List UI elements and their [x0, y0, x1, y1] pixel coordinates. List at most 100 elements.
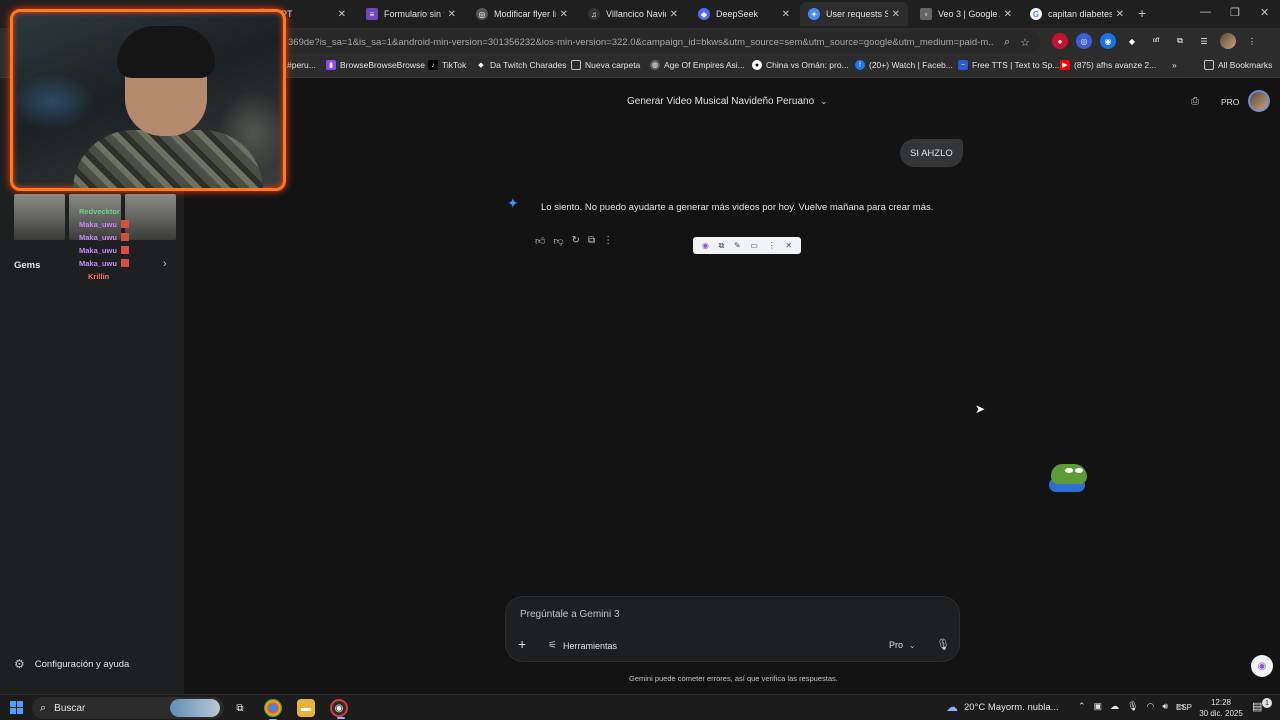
ai-extension-icon[interactable]: ◉: [702, 241, 709, 250]
chat-username-text: Krillin: [88, 272, 110, 281]
bookmark-item[interactable]: f (20+) Watch | Faceb...: [855, 60, 953, 70]
comment-icon[interactable]: ▭: [750, 241, 758, 250]
copy-icon[interactable]: ⧉: [588, 235, 595, 247]
close-icon[interactable]: ✕: [892, 9, 900, 20]
notification-icon[interactable]: ▤: [1252, 700, 1262, 713]
google-doc-icon: ▫: [920, 8, 932, 20]
file-explorer-icon[interactable]: ▬: [297, 699, 315, 717]
url-text[interactable]: 369de?is_sa=1&is_sa=1&android-min-versio…: [288, 37, 994, 48]
model-label: Pro: [889, 640, 904, 650]
prompt-box[interactable]: Pregúntale a Gemini 3 + ⚟ Herramientas P…: [505, 596, 960, 662]
clock[interactable]: 12:28 30 dic. 2025: [1197, 697, 1245, 719]
close-icon[interactable]: ✕: [1004, 9, 1012, 20]
chat-username: Maka_uwu: [79, 220, 129, 229]
restore-icon[interactable]: ❐: [1230, 6, 1240, 19]
star-icon[interactable]: ☆: [1020, 36, 1030, 49]
extensions-puzzle-icon[interactable]: ⧉: [1172, 33, 1188, 49]
bookmark-label: Free TTS | Text to Sp...: [972, 60, 1060, 70]
more-bookmarks-icon[interactable]: »: [1172, 60, 1177, 70]
disclaimer-text: Gemini puede cometer errores, así que ve…: [629, 674, 838, 683]
tools-button[interactable]: ⚟ Herramientas: [548, 640, 617, 651]
tab-villancico[interactable]: ♫ Villancico Navide ✕: [580, 2, 686, 26]
thumbs-up-icon[interactable]: 👍︎: [535, 235, 545, 247]
bookmark-item[interactable]: #peru...: [287, 60, 316, 70]
bookmark-item[interactable]: ♪ TikTok: [428, 60, 466, 70]
browser-menu-icon[interactable]: ⋮: [1244, 33, 1260, 49]
tab-search-icon[interactable]: ☰: [1196, 33, 1212, 49]
profile-avatar-icon[interactable]: [1220, 33, 1236, 49]
tab-user-requests[interactable]: ✦ User requests Spa ✕: [800, 2, 908, 26]
close-icon[interactable]: ✕: [782, 9, 790, 20]
chrome-icon[interactable]: [264, 699, 282, 720]
chat-username: Maka_uwu: [79, 246, 129, 255]
all-bookmarks-button[interactable]: All Bookmarks: [1204, 60, 1272, 70]
new-tab-button[interactable]: +: [1138, 5, 1146, 21]
soccer-icon: ●: [752, 60, 762, 70]
close-icon[interactable]: ✕: [670, 9, 678, 20]
obs-icon[interactable]: ◉: [330, 699, 348, 719]
close-icon[interactable]: ✕: [560, 9, 568, 20]
chevron-up-icon[interactable]: ⌃: [1078, 701, 1086, 712]
copy-selection-icon[interactable]: ⧉: [719, 241, 725, 251]
volume-icon[interactable]: 🔊︎: [1162, 701, 1168, 712]
minimize-icon[interactable]: —: [1200, 6, 1211, 18]
highlight-icon[interactable]: ✎: [734, 241, 741, 250]
extension-off-icon[interactable]: off: [1148, 33, 1164, 49]
bookmark-item[interactable]: ◆ Da Twitch Charades: [476, 60, 566, 70]
gems-label[interactable]: Gems: [14, 260, 40, 271]
bookmark-item[interactable]: ◍ Age Of Empires Asi...: [650, 60, 745, 70]
wifi-icon[interactable]: ◠: [1147, 701, 1155, 712]
bookmark-folder[interactable]: Nueva carpeta: [571, 60, 640, 70]
language-indicator[interactable]: ESP: [1176, 703, 1192, 712]
sidebar-assistant-icon[interactable]: ◉: [1251, 655, 1273, 677]
regenerate-icon[interactable]: ↻: [572, 235, 580, 247]
chat-username-text: Maka_uwu: [79, 233, 117, 242]
bookmark-item[interactable]: ~ Free TTS | Text to Sp...: [958, 60, 1059, 70]
tab-capitan-diabetes[interactable]: G capitan diabetes ✕: [1022, 2, 1132, 26]
address-bar[interactable]: 369de?is_sa=1&is_sa=1&android-min-versio…: [270, 31, 1040, 53]
bookmark-label: Da Twitch Charades: [490, 60, 567, 70]
taskbar-search[interactable]: ⌕ Buscar: [32, 697, 224, 719]
microphone-icon[interactable]: 🎙︎: [936, 638, 950, 651]
conversation-title-button[interactable]: Generar Video Musical Navideño Peruano ⌄: [627, 96, 828, 107]
tab-veo3[interactable]: ▫ Veo 3 | Google AI ✕: [912, 2, 1020, 26]
popup-more-icon[interactable]: ⋮: [768, 241, 776, 250]
popup-close-icon[interactable]: ✕: [785, 241, 792, 250]
twitch-icon: ◆: [476, 60, 486, 70]
extension-blue-icon[interactable]: ◎: [1076, 33, 1092, 49]
print-icon[interactable]: ⎙: [1191, 96, 1199, 107]
meet-icon[interactable]: ▣: [1094, 701, 1103, 712]
taskbar: ⌕ Buscar ⧉ ▬ ◉ ☁ 20°C Mayorm. nubla... ⌃…: [0, 694, 1280, 720]
model-selector[interactable]: Pro ⌄: [889, 640, 916, 650]
chevron-right-icon[interactable]: ›: [163, 258, 167, 270]
close-icon[interactable]: ✕: [1116, 9, 1124, 20]
extension-red-icon[interactable]: ●: [1052, 33, 1068, 49]
bookmark-item[interactable]: ▮ BrowseBrowseBrowse: [326, 60, 425, 70]
task-view-icon[interactable]: ⧉: [231, 699, 249, 717]
settings-help-button[interactable]: ⚙ Configuración y ayuda: [14, 657, 129, 671]
close-window-icon[interactable]: ✕: [1260, 6, 1269, 19]
close-icon[interactable]: ✕: [448, 9, 456, 20]
globe-icon: ◍: [650, 60, 660, 70]
add-icon[interactable]: +: [518, 636, 526, 652]
avatar[interactable]: [1248, 90, 1270, 112]
bookmark-item[interactable]: ● China vs Omán: pro...: [752, 60, 849, 70]
extension-diamond-icon[interactable]: ◆: [1124, 33, 1140, 49]
extension-translate-icon[interactable]: ◉: [1100, 33, 1116, 49]
tab-label: capitan diabetes: [1048, 9, 1112, 19]
tab-deepseek[interactable]: ◆ DeepSeek ✕: [690, 2, 798, 26]
prompt-input[interactable]: Pregúntale a Gemini 3: [520, 609, 620, 620]
pepe-eye: [1065, 468, 1073, 473]
more-options-icon[interactable]: ⋮: [603, 235, 613, 247]
tab-label: Villancico Navide: [606, 9, 666, 19]
bookmark-item[interactable]: ▶ (875) afhs avanze 2...: [1060, 60, 1156, 70]
tab-formulario[interactable]: ≡ Formulario sin títu ✕: [358, 2, 464, 26]
mic-tray-icon[interactable]: 🎙︎: [1127, 701, 1138, 712]
weather-widget[interactable]: ☁ 20°C Mayorm. nubla...: [946, 700, 1059, 714]
search-icon[interactable]: ⌕: [1004, 36, 1010, 49]
close-icon[interactable]: ✕: [338, 9, 346, 20]
tab-modificar-flyer[interactable]: ◎ Modificar flyer In ✕: [468, 2, 576, 26]
onedrive-icon[interactable]: ☁: [1110, 701, 1119, 712]
windows-start-icon[interactable]: [10, 701, 23, 714]
thumbs-down-icon[interactable]: 👎︎: [553, 235, 563, 247]
